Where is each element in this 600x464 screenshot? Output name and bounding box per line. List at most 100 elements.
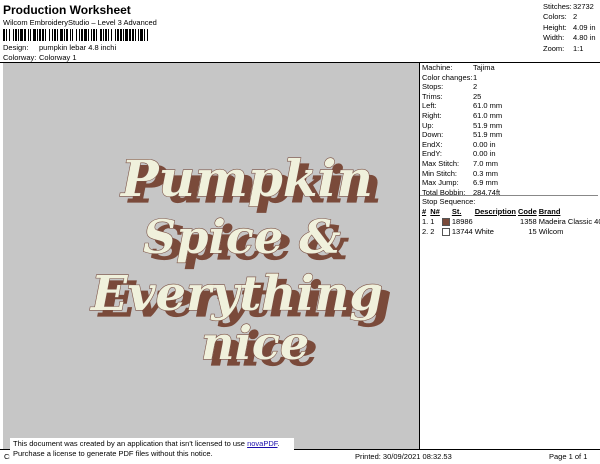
detail-value: 25 — [473, 91, 482, 101]
detail-label: Color changes: — [422, 72, 473, 82]
col-header: Brand — [538, 207, 561, 216]
detail-value: 7.0 mm — [473, 158, 499, 168]
cell-index: 1. — [422, 216, 429, 226]
detail-value: Tajima — [473, 63, 495, 72]
detail-row: Stops: 2 — [422, 82, 502, 92]
col-header: St. — [451, 207, 462, 216]
design-label: Design: — [3, 43, 29, 52]
color-swatch — [441, 217, 450, 226]
col-header: N# — [430, 207, 440, 216]
summary-row: Height: 4.09 in — [543, 23, 596, 33]
detail-label: EndX: — [422, 139, 443, 149]
detail-label: Min Stitch: — [422, 168, 458, 178]
detail-value: 6.9 mm — [473, 178, 499, 188]
detail-row: Max Jump: 6.9 mm — [422, 178, 502, 188]
detail-label: Right: — [422, 110, 442, 120]
details-panel: Machine: Tajima Color changes: 1 Stops: 2 Trim… — [422, 63, 502, 197]
design-line-pumpkin: Pumpkin — [119, 149, 373, 208]
detail-value: 0.00 in — [473, 149, 496, 159]
detail-row: Left: 61.0 mm — [422, 101, 502, 111]
detail-value: 2 — [473, 82, 478, 92]
detail-row: Up: 51.9 mm — [422, 121, 502, 131]
printed-date: Printed: 30/09/2021 08:32.53 — [355, 452, 452, 461]
design-line-nice: nice — [201, 316, 309, 370]
design-row: Design: pumpkin lebar 4.8 inchi — [3, 43, 116, 52]
summary-value: 4.80 in — [573, 33, 596, 43]
summary-value: 1:1 — [573, 43, 584, 53]
col-header: # — [422, 207, 427, 216]
software-subtitle: Wilcom EmbroideryStudio – Level 3 Advanc… — [3, 18, 157, 27]
summary-value: 2 — [573, 12, 578, 22]
summary-row: Colors: 2 — [543, 12, 596, 22]
summary-row: Zoom: 1:1 — [543, 44, 596, 54]
novapdf-link[interactable]: novaPDF — [247, 439, 277, 448]
barcode-bar — [148, 29, 150, 41]
color-swatch — [441, 227, 450, 236]
detail-row: Min Stitch: 0.3 mm — [422, 169, 502, 179]
detail-row: EndX: 0.00 in — [422, 140, 502, 150]
detail-row: EndY: 0.00 in — [422, 149, 502, 159]
detail-value: 51.9 mm — [473, 130, 503, 140]
summary-value: 4.09 in — [573, 22, 596, 32]
summary-label: Zoom: — [543, 43, 565, 53]
embroidery-design-image: Pumpkin Spice & Everything nice Pumpkin … — [88, 148, 391, 376]
colorway-row: Colorway: Colorway 1 — [3, 53, 77, 62]
detail-value: 51.9 mm — [473, 120, 503, 130]
cell-brand: Madeira Classic 40 — [538, 216, 600, 226]
detail-label: Left: — [422, 101, 437, 111]
summary-row: Width: 4.80 in — [543, 33, 596, 43]
summary-label: Height: — [543, 22, 567, 32]
col-header: Description — [474, 207, 516, 216]
cell-index: 2. — [422, 226, 429, 236]
table-row: 2. 2 13744 White 15 Wilcom — [422, 226, 600, 236]
notice-line2: Purchase a license to generate PDF files… — [13, 449, 213, 458]
detail-value: 61.0 mm — [473, 110, 503, 120]
cell-code: 15 — [528, 226, 537, 236]
detail-label: EndY: — [422, 149, 443, 159]
cell-needle: 1 — [430, 216, 435, 226]
stop-sequence-table: # N# St. Description Code Brand 1. 1 189… — [422, 207, 600, 236]
notice-line1-end: . — [277, 439, 280, 448]
detail-row: Down: 51.9 mm — [422, 130, 502, 140]
detail-label: Up: — [422, 120, 434, 130]
colorway-value: Colorway 1 — [39, 53, 77, 62]
detail-value: 61.0 mm — [473, 101, 503, 111]
detail-value: 1 — [473, 72, 478, 82]
barcode — [3, 29, 287, 41]
table-header-row: # N# St. Description Code Brand — [422, 207, 600, 216]
page-title: Production Worksheet — [3, 3, 131, 17]
summary-panel: Stitches: 32732 Colors: 2 Height: 4.09 in W… — [543, 2, 596, 54]
cell-description: White — [474, 226, 494, 236]
design-preview-canvas: Pumpkin Spice & Everything nice Pumpkin … — [3, 63, 419, 449]
detail-row: Max Stitch: 7.0 mm — [422, 159, 502, 169]
details-divider — [420, 195, 598, 196]
summary-label: Stitches: — [543, 2, 572, 11]
license-notice: This document was created by an applicat… — [10, 438, 294, 462]
col-header: Code — [517, 207, 537, 216]
colorway-label: Colorway: — [3, 53, 37, 62]
detail-label: Max Jump: — [422, 178, 459, 188]
stop-sequence-title: Stop Sequence: — [422, 197, 476, 206]
detail-value: 0.3 mm — [473, 168, 499, 178]
detail-row: Color changes: 1 — [422, 73, 502, 83]
design-line-everything: Everything — [89, 266, 383, 322]
design-line-spice: Spice & — [143, 210, 341, 264]
detail-value: 0.00 in — [473, 139, 496, 149]
summary-row: Stitches: 32732 — [543, 2, 596, 12]
cell-brand: Wilcom — [538, 226, 564, 236]
cell-stitches: 18986 — [451, 216, 473, 226]
detail-row: Trims: 25 — [422, 92, 502, 102]
detail-label: Machine: — [422, 63, 453, 72]
detail-label: Max Stitch: — [422, 158, 460, 168]
page-number: Page 1 of 1 — [549, 452, 588, 461]
summary-value: 32732 — [573, 2, 594, 11]
notice-line1: This document was created by an applicat… — [13, 439, 248, 448]
detail-label: Stops: — [422, 82, 444, 92]
cell-needle: 2 — [430, 226, 435, 236]
cell-description — [475, 216, 518, 226]
table-row: 1. 1 18986 1358 Madeira Classic 40 — [422, 216, 600, 226]
detail-label: Trims: — [422, 91, 443, 101]
detail-label: Down: — [422, 130, 444, 140]
detail-row: Machine: Tajima — [422, 63, 502, 73]
cell-code: 1358 — [520, 216, 537, 226]
